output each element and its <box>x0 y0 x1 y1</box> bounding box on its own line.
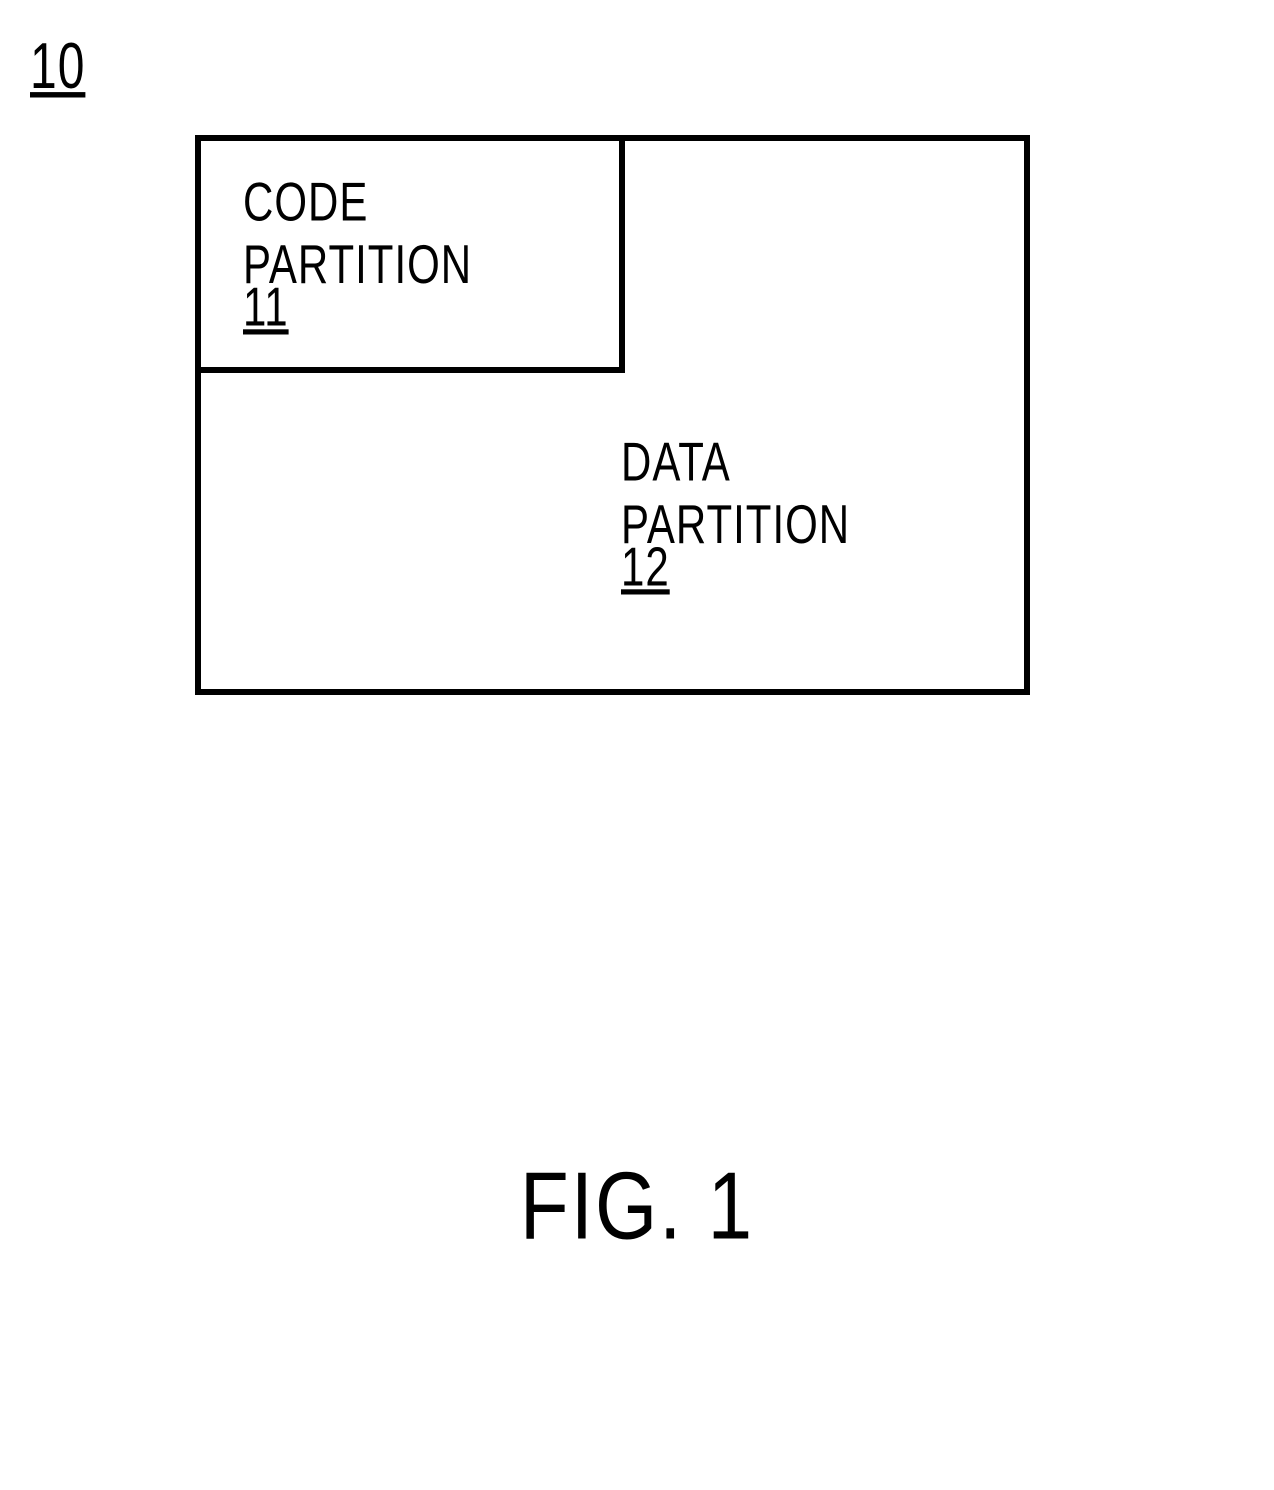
code-partition-box: CODE PARTITION 11 <box>195 135 625 373</box>
data-partition-box: CODE PARTITION 11 DATA PARTITION 12 <box>195 135 1030 695</box>
code-partition-line1: CODE <box>243 171 368 232</box>
code-partition-ref: 11 <box>243 276 289 338</box>
figure-reference-number: 10 <box>30 30 85 104</box>
data-partition-line1: DATA <box>621 431 731 492</box>
figure-caption: FIG. 1 <box>0 1151 1274 1261</box>
code-partition-label: CODE PARTITION <box>243 171 589 297</box>
data-partition-ref: 12 <box>621 536 670 598</box>
data-partition-label-container: DATA PARTITION 12 <box>621 431 850 584</box>
